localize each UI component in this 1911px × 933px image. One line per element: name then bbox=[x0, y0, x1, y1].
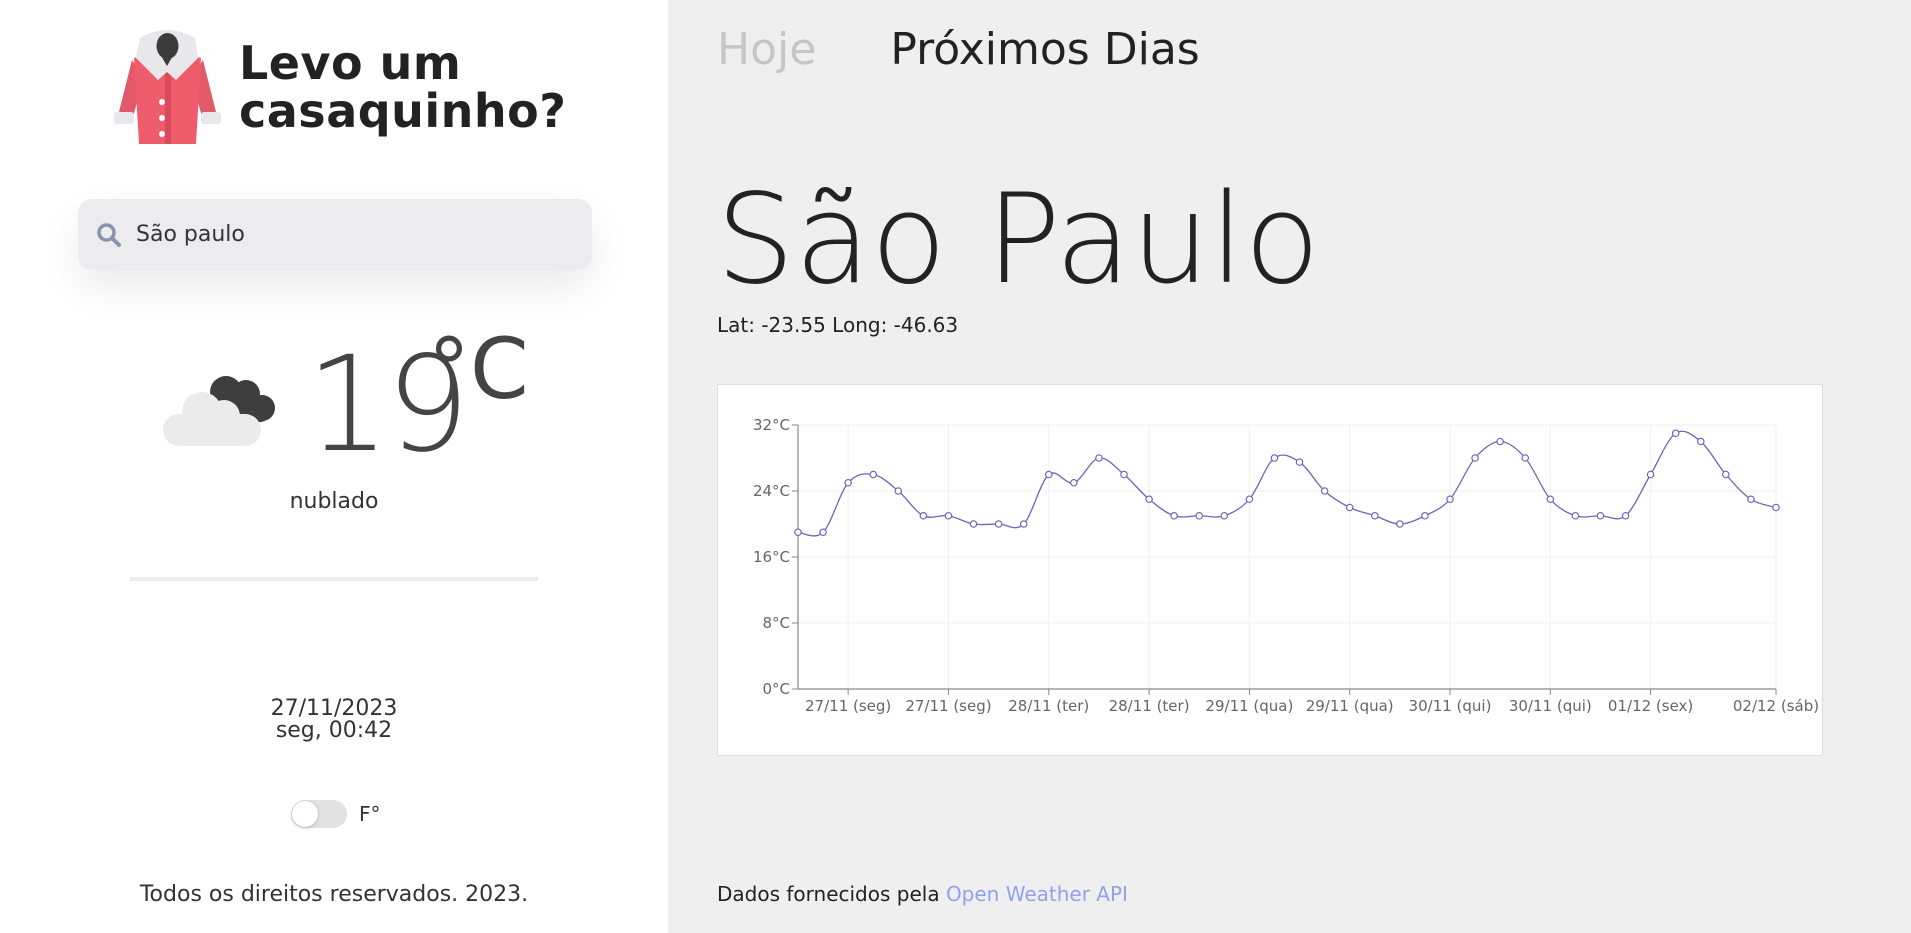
data-point bbox=[1446, 495, 1454, 504]
data-point bbox=[1571, 511, 1580, 520]
data-point bbox=[1095, 454, 1103, 462]
search-box[interactable] bbox=[78, 199, 592, 270]
switch-knob bbox=[292, 801, 318, 827]
open-weather-link[interactable]: Open Weather API bbox=[946, 882, 1128, 906]
credit-text: Dados fornecidos pela bbox=[717, 882, 940, 906]
data-point bbox=[1345, 503, 1354, 512]
data-point bbox=[819, 528, 827, 537]
app-title: Levo um casaquinho? bbox=[239, 39, 566, 135]
coordinates: Lat: -23.55 Long: -46.63 bbox=[717, 313, 959, 337]
x-tick-label: 01/12 (sex) bbox=[1608, 697, 1693, 715]
current-weather: 19 °C bbox=[160, 324, 560, 480]
data-point bbox=[1747, 495, 1755, 504]
y-tick-label: 32°C bbox=[753, 416, 790, 434]
data-point bbox=[1671, 429, 1680, 438]
data-point bbox=[1195, 511, 1204, 520]
copyright: Todos os direitos reservados. 2023. bbox=[139, 882, 529, 907]
data-point bbox=[1019, 520, 1028, 528]
data-credit: Dados fornecidos pela Open Weather API bbox=[717, 882, 1128, 906]
y-tick-label: 16°C bbox=[753, 548, 790, 566]
data-point bbox=[1646, 470, 1655, 479]
data-point bbox=[1220, 511, 1229, 520]
x-tick-label: 30/11 (qui) bbox=[1509, 697, 1592, 715]
data-point bbox=[944, 511, 953, 520]
forecast-chart-svg: 0°C 8°C 16°C 24°C 32°C 27/11 (seg) 27/11 (seg)… bbox=[753, 416, 1819, 715]
data-point bbox=[1320, 487, 1329, 495]
data-point bbox=[1521, 454, 1530, 462]
cloudy-icon bbox=[163, 376, 275, 446]
data-point bbox=[794, 528, 802, 537]
unit-toggle: F° bbox=[291, 800, 381, 828]
tab-next-days[interactable]: Próximos Dias bbox=[890, 24, 1199, 76]
x-tick-label: 28/11 (ter) bbox=[1008, 697, 1089, 715]
x-tick-label: 27/11 (seg) bbox=[905, 697, 991, 715]
data-point bbox=[969, 520, 978, 528]
x-tick-label: 29/11 (qua) bbox=[1205, 697, 1293, 715]
data-point bbox=[894, 487, 903, 495]
data-point bbox=[1370, 511, 1379, 520]
data-point bbox=[1546, 495, 1555, 504]
tabs: Hoje Próximos Dias bbox=[717, 24, 1200, 76]
tab-today[interactable]: Hoje bbox=[717, 24, 816, 76]
search-input[interactable] bbox=[134, 221, 578, 248]
data-point bbox=[994, 520, 1003, 528]
data-point bbox=[1722, 470, 1730, 479]
weather-condition: nublado bbox=[289, 489, 379, 514]
fahrenheit-label: F° bbox=[359, 802, 381, 826]
y-tick-label: 0°C bbox=[762, 680, 790, 698]
app-title-line1: Levo um bbox=[239, 36, 462, 90]
fahrenheit-switch[interactable] bbox=[291, 800, 347, 828]
data-point bbox=[1471, 454, 1479, 462]
x-tick-label: 28/11 (ter) bbox=[1109, 697, 1190, 715]
data-point bbox=[1696, 437, 1705, 446]
current-date: 27/11/2023 bbox=[270, 696, 398, 721]
y-tick-label: 8°C bbox=[762, 614, 790, 632]
temperature-unit: °C bbox=[428, 320, 529, 418]
forecast-chart: 0°C 8°C 16°C 24°C 32°C 27/11 (seg) 27/11 (seg)… bbox=[717, 384, 1823, 756]
data-point bbox=[1070, 478, 1078, 487]
x-tick-label: 30/11 (qui) bbox=[1409, 697, 1492, 715]
data-point bbox=[1421, 511, 1429, 520]
x-tick-label: 27/11 (seg) bbox=[805, 697, 891, 715]
coat-icon bbox=[114, 30, 221, 144]
data-point bbox=[1270, 454, 1279, 462]
data-point bbox=[1596, 511, 1605, 520]
x-tick-label: 29/11 (qua) bbox=[1306, 697, 1394, 715]
divider bbox=[130, 577, 538, 581]
search-icon bbox=[97, 222, 121, 247]
data-point bbox=[1145, 495, 1153, 504]
date-time: 27/11/2023 seg, 00:42 bbox=[0, 698, 668, 742]
sidebar: Levo um casaquinho? 19 °C nublado 27/11/… bbox=[0, 0, 668, 933]
y-tick-label: 24°C bbox=[753, 482, 790, 500]
brand: Levo um casaquinho? bbox=[110, 28, 566, 146]
data-point bbox=[1295, 458, 1304, 466]
data-point bbox=[1170, 511, 1178, 520]
data-point bbox=[1044, 470, 1053, 479]
current-day-time: seg, 00:42 bbox=[275, 718, 393, 743]
app-title-line2: casaquinho? bbox=[239, 84, 567, 138]
data-point bbox=[1496, 437, 1504, 446]
data-point bbox=[869, 470, 878, 479]
data-point bbox=[1621, 511, 1630, 520]
data-point bbox=[1396, 520, 1404, 528]
x-tick-label: 02/12 (sáb) bbox=[1733, 697, 1819, 715]
city-name: São Paulo bbox=[716, 168, 1321, 312]
data-point bbox=[1245, 495, 1254, 504]
data-point bbox=[1120, 470, 1128, 479]
data-point bbox=[844, 478, 852, 487]
data-point bbox=[1772, 503, 1780, 512]
data-point bbox=[919, 511, 928, 520]
temperature-line bbox=[797, 430, 1777, 537]
